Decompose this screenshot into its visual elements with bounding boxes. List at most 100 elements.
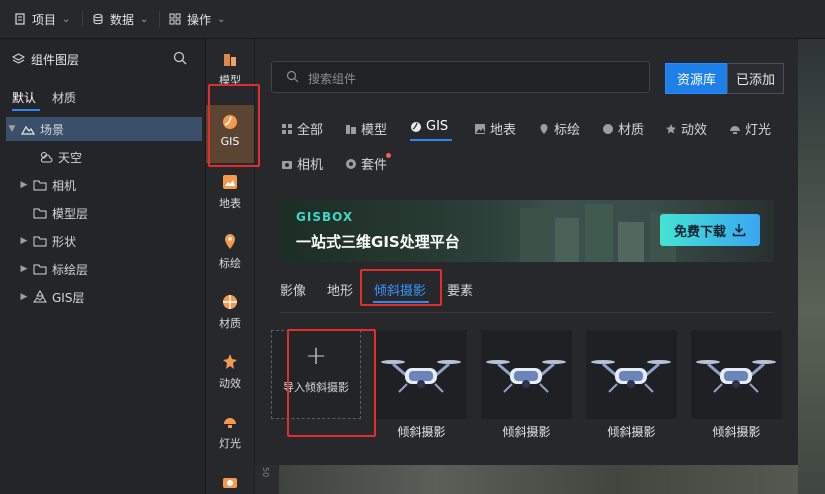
tree-item-label: 模型层 xyxy=(52,206,89,221)
filter-label: 地表 xyxy=(490,123,517,138)
tree-item-model-layer[interactable]: 模型层 xyxy=(6,201,202,225)
pin-icon xyxy=(540,123,548,134)
subtab-oblique-photography[interactable]: 倾斜摄影 xyxy=(374,280,426,299)
folder-icon xyxy=(33,264,47,275)
resource-library-button[interactable]: 资源库 xyxy=(665,63,728,94)
camera-icon xyxy=(223,478,237,488)
plus-icon: + xyxy=(305,341,327,371)
category-material[interactable]: 材质 xyxy=(206,285,254,345)
category-plot[interactable]: 标绘 xyxy=(206,225,254,285)
filter-light[interactable]: 灯光 xyxy=(729,119,771,138)
component-tile-label: 倾斜摄影 xyxy=(607,425,656,439)
menu-operation[interactable]: 操作 ⌄ xyxy=(169,8,225,30)
terrain-icon xyxy=(475,123,485,134)
component-tile[interactable] xyxy=(376,330,467,419)
menu-project[interactable]: 项目 ⌄ xyxy=(14,8,70,30)
category-gis[interactable]: GIS xyxy=(206,105,254,163)
tree-item-camera[interactable]: ▶ 相机 xyxy=(6,173,202,197)
component-tile-label: 倾斜摄影 xyxy=(502,425,551,439)
free-download-label: 免费下载 xyxy=(673,224,726,240)
menu-project-label: 项目 xyxy=(32,12,57,27)
drone-icon xyxy=(381,360,461,393)
effect-icon xyxy=(223,354,237,369)
import-oblique-photography-button[interactable]: + 导入倾斜摄影 xyxy=(271,330,361,419)
category-label: 模型 xyxy=(219,74,241,87)
map-viewport[interactable] xyxy=(255,465,798,494)
gis-icon xyxy=(223,115,237,129)
component-tile-label: 倾斜摄影 xyxy=(712,425,761,439)
subtab-terrain[interactable]: 地形 xyxy=(327,280,353,299)
caret-right-icon[interactable]: ▶ xyxy=(18,180,30,190)
filter-effect[interactable]: 动效 xyxy=(665,119,707,138)
menu-operation-label: 操作 xyxy=(187,12,212,27)
category-light[interactable]: 灯光 xyxy=(206,405,254,465)
caret-right-icon[interactable]: ▶ xyxy=(18,236,30,246)
document-icon xyxy=(15,13,25,25)
divider xyxy=(280,312,774,313)
category-label: 标绘 xyxy=(219,257,241,270)
ruler: 50 xyxy=(255,465,279,494)
component-tile[interactable] xyxy=(481,330,572,419)
caret-down-icon[interactable]: ▼ xyxy=(6,124,18,134)
pin-icon xyxy=(225,234,235,249)
divider xyxy=(82,11,83,27)
drone-icon xyxy=(696,360,776,393)
tree-item-sky[interactable]: 天空 xyxy=(6,145,202,169)
filter-material[interactable]: 材质 xyxy=(602,119,644,138)
added-button[interactable]: 已添加 xyxy=(727,63,784,94)
category-label: 灯光 xyxy=(219,437,241,450)
component-tile-label: 倾斜摄影 xyxy=(397,425,446,439)
filter-label: 相机 xyxy=(297,158,324,173)
category-label: 材质 xyxy=(219,317,241,330)
grid-icon xyxy=(282,123,292,134)
tree-item-plot-layer[interactable]: ▶ 标绘层 xyxy=(6,257,202,281)
search-icon[interactable] xyxy=(173,51,187,65)
filter-kit[interactable]: 套件 xyxy=(345,154,387,173)
layers-icon xyxy=(12,53,25,64)
menu-data-label: 数据 xyxy=(110,12,135,27)
tab-material[interactable]: 材质 xyxy=(52,89,76,106)
search-input[interactable]: 搜索组件 xyxy=(271,61,650,93)
subtab-imagery[interactable]: 影像 xyxy=(280,280,306,299)
free-download-button[interactable]: 免费下载 xyxy=(660,214,760,246)
component-tile[interactable] xyxy=(691,330,782,419)
caret-right-icon[interactable]: ▶ xyxy=(18,264,30,274)
filter-label: 标绘 xyxy=(554,123,581,138)
filter-label: 灯光 xyxy=(745,123,772,138)
material-icon xyxy=(223,295,237,309)
filter-model[interactable]: 模型 xyxy=(345,119,387,138)
filter-active-indicator xyxy=(410,139,452,141)
category-camera[interactable] xyxy=(206,465,254,494)
tree-item-shape[interactable]: ▶ 形状 xyxy=(6,229,202,253)
category-terrain[interactable]: 地表 xyxy=(206,165,254,225)
divider xyxy=(159,11,160,27)
tree-item-scene[interactable]: ▼ 场景 xyxy=(6,117,202,141)
category-label: 地表 xyxy=(219,197,241,210)
filter-camera[interactable]: 相机 xyxy=(281,154,323,173)
map-viewport[interactable] xyxy=(798,39,825,494)
filter-all[interactable]: 全部 xyxy=(281,119,323,138)
tree-item-label: 形状 xyxy=(52,234,77,249)
subtab-features[interactable]: 要素 xyxy=(447,280,473,299)
component-tile[interactable] xyxy=(586,330,677,419)
tree-item-label: 天空 xyxy=(58,150,83,165)
caret-right-icon[interactable]: ▶ xyxy=(18,292,30,302)
layer-panel-title: 组件图层 xyxy=(12,51,79,68)
filter-terrain[interactable]: 地表 xyxy=(474,119,516,138)
menu-data[interactable]: 数据 ⌄ xyxy=(92,8,148,30)
grid-icon xyxy=(169,13,181,25)
promo-banner[interactable]: GISBOX 一站式三维GIS处理平台 免费下载 xyxy=(280,200,774,262)
layer-panel-title-text: 组件图层 xyxy=(31,53,80,67)
effect-icon xyxy=(666,123,676,134)
tree-item-gis-layer[interactable]: ▶ GIS层 xyxy=(6,285,202,309)
tab-default[interactable]: 默认 xyxy=(12,89,36,106)
filter-gis[interactable]: GIS xyxy=(410,119,448,134)
light-icon xyxy=(730,125,740,134)
gis-icon xyxy=(411,121,421,132)
ruler-label: 50 xyxy=(261,467,270,478)
category-effect[interactable]: 动效 xyxy=(206,345,254,405)
category-model[interactable]: 模型 xyxy=(206,39,254,99)
filter-plot[interactable]: 标绘 xyxy=(538,119,580,138)
tree-item-label: 场景 xyxy=(40,122,65,137)
kit-icon xyxy=(346,158,356,169)
